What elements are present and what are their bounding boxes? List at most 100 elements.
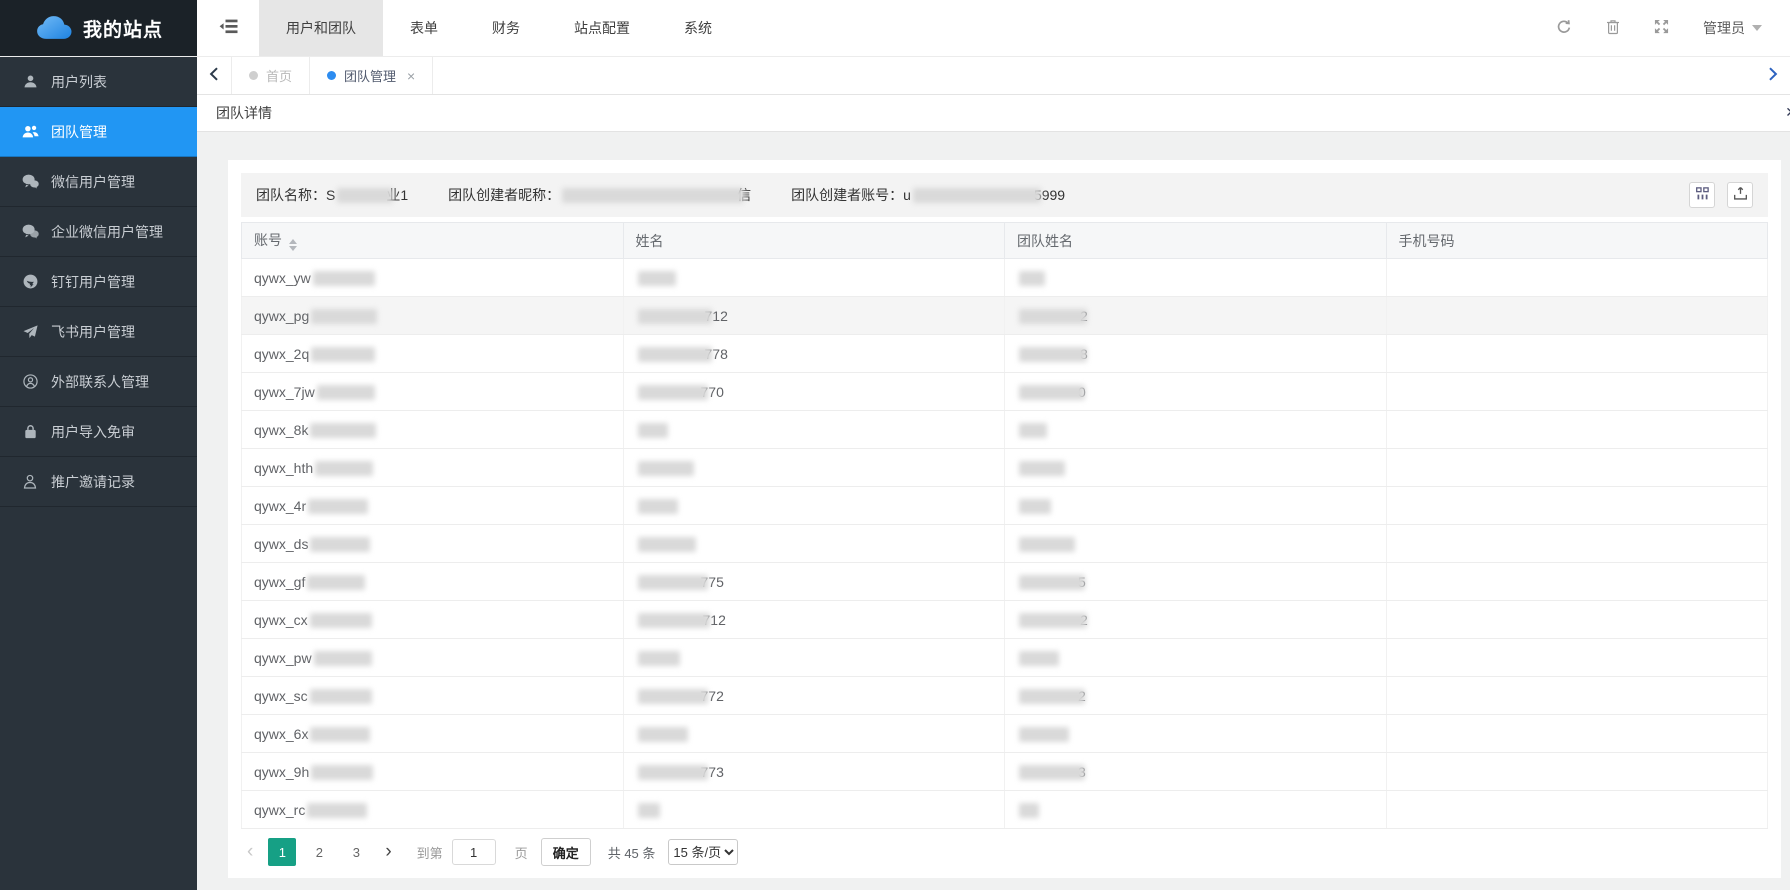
column-settings-button[interactable] [1689,182,1715,208]
phone-cell [1386,601,1768,639]
creator-account-prefix: u [903,187,911,203]
trash-button[interactable] [1606,19,1620,38]
wechat-icon [21,174,39,189]
close-panel-icon[interactable]: ✕ [1785,104,1790,121]
sort-icon[interactable] [289,239,297,251]
redacted-text [313,271,375,286]
sidebar-item-5[interactable]: 飞书用户管理 [0,307,197,357]
col-header-label: 姓名 [636,233,664,249]
sidebar-item-8[interactable]: 推广邀请记录 [0,457,197,507]
site-logo[interactable]: 我的站点 [0,0,197,56]
app-window: 我的站点 用户和团队表单财务站点配置系统 [0,0,1790,890]
table-row[interactable]: qywx_8k [242,411,1768,449]
table-row[interactable]: qywx_cx7122 [242,601,1768,639]
table-row[interactable]: qywx_rc [242,791,1768,829]
phone-cell [1386,715,1768,753]
page-tab-0[interactable]: 首页 [231,57,310,94]
tabs-scroll-right-button[interactable] [1756,57,1790,94]
admin-menu[interactable]: 管理员 [1703,18,1762,38]
confirm-button[interactable]: 确定 [541,838,591,866]
page-button-1[interactable]: 1 [268,838,296,866]
trash-icon [1606,19,1620,38]
creator-nickname-label: 团队创建者昵称： [448,185,560,205]
redacted-creator-nickname [562,188,744,203]
team-name-cell [1005,487,1387,525]
fullscreen-button[interactable] [1654,19,1669,37]
table-row[interactable]: qywx_pw [242,639,1768,677]
close-tab-icon[interactable]: × [407,68,415,84]
page-button-2[interactable]: 2 [305,838,333,866]
account-cell: qywx_pw [242,639,624,677]
account-prefix: qywx_sc [254,688,308,704]
refresh-button[interactable] [1556,19,1572,38]
topnav-tab-3[interactable]: 站点配置 [547,0,657,56]
redacted-text [1019,575,1085,590]
table-row[interactable]: qywx_ds [242,525,1768,563]
page-size-select[interactable]: 15 条/页 [668,839,738,865]
sidebar-item-4[interactable]: 钉钉用户管理 [0,257,197,307]
topnav-tab-1[interactable]: 表单 [383,0,465,56]
redacted-text [638,461,694,476]
next-page-button[interactable]: › [379,841,397,863]
table-row[interactable]: qywx_yw [242,259,1768,297]
export-icon [1733,186,1748,204]
account-cell: qywx_2q [242,335,624,373]
table-row[interactable]: qywx_9h7733 [242,753,1768,791]
name-cell [623,449,1005,487]
sidebar-item-label: 飞书用户管理 [51,322,135,342]
table-row[interactable]: qywx_sc7722 [242,677,1768,715]
sidebar-item-6[interactable]: 外部联系人管理 [0,357,197,407]
account-cell: qywx_cx [242,601,624,639]
topnav-tab-0[interactable]: 用户和团队 [259,0,383,56]
sidebar-item-1[interactable]: 团队管理 [0,107,197,157]
sidebar-item-label: 外部联系人管理 [51,372,149,392]
table-row[interactable]: qywx_6x [242,715,1768,753]
tab-dot [249,71,258,80]
team-info-bar: 团队名称：S业1 团队创建者昵称：信 团队创建者账号：u5999 [241,173,1768,217]
redacted-text [1019,423,1047,438]
table-row[interactable]: qywx_gf7755 [242,563,1768,601]
account-cell: qywx_4r [242,487,624,525]
col-header-0[interactable]: 账号 [242,223,624,259]
pagination-bar: ‹ 123 › 到第 页 确定 共 45 条 15 条/页 [241,838,1768,866]
jump-to-label: 到第 [417,843,443,862]
redacted-text [638,651,680,666]
table-row[interactable]: qywx_hth [242,449,1768,487]
sidebar-item-3[interactable]: 企业微信用户管理 [0,207,197,257]
redacted-text [638,575,708,590]
page-title: 团队详情 [216,103,272,123]
sidebar-item-label: 用户导入免审 [51,422,135,442]
sidebar-item-7[interactable]: 用户导入免审 [0,407,197,457]
phone-cell [1386,411,1768,449]
team-name-cell [1005,411,1387,449]
account-prefix: qywx_pw [254,650,312,666]
account-prefix: qywx_2q [254,346,309,362]
table-row[interactable]: qywx_pg7122 [242,297,1768,335]
table-row[interactable]: qywx_4r [242,487,1768,525]
prev-page-button[interactable]: ‹ [241,841,259,863]
account-cell: qywx_9h [242,753,624,791]
redacted-text [638,765,708,780]
table-row[interactable]: qywx_2q7788 [242,335,1768,373]
sidebar-collapse-button[interactable] [197,0,259,56]
cloud-logo-icon [34,14,74,43]
team-name-prefix: S [326,187,335,203]
page-tab-1[interactable]: 团队管理× [310,57,433,94]
col-header-3: 手机号码 [1386,223,1768,259]
open-page-tabs: 首页团队管理× [231,57,433,94]
sidebar-item-0[interactable]: 用户列表 [0,57,197,107]
page-button-3[interactable]: 3 [342,838,370,866]
export-button[interactable] [1727,182,1753,208]
phone-cell [1386,259,1768,297]
redacted-team-name [337,188,393,203]
sidebar-item-2[interactable]: 微信用户管理 [0,157,197,207]
account-prefix: qywx_4r [254,498,306,514]
topnav-tab-4[interactable]: 系统 [657,0,739,56]
table-row[interactable]: qywx_7jw7700 [242,373,1768,411]
phone-cell [1386,677,1768,715]
name-cell: 772 [623,677,1005,715]
team-name-cell: 2 [1005,297,1387,335]
jump-page-input[interactable] [452,839,496,865]
topnav-tab-2[interactable]: 财务 [465,0,547,56]
tabs-scroll-left-button[interactable] [197,57,231,94]
